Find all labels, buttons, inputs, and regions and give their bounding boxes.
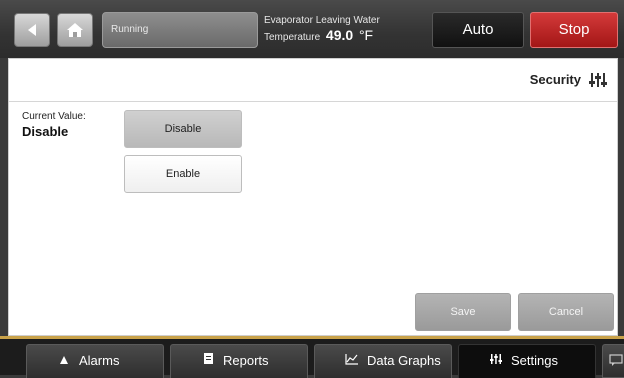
cancel-button[interactable]: Cancel [518, 293, 614, 331]
tab-alarms-label: Alarms [79, 353, 120, 368]
settings-sliders-icon [589, 71, 607, 94]
tab-data-graphs-label: Data Graphs [367, 353, 441, 368]
graph-icon [345, 345, 359, 377]
settings-panel: Security Current Value: Disable Disable … [8, 58, 618, 336]
home-icon [67, 23, 83, 37]
bottom-tab-bar: Alarms Reports Data Graphs Settings [0, 336, 624, 378]
measurement-readout: Evaporator Leaving Water Temperature 49.… [264, 14, 430, 45]
current-value: Disable [22, 124, 69, 139]
top-bar: Running Evaporator Leaving Water Tempera… [0, 0, 624, 58]
tab-reports[interactable]: Reports [170, 344, 308, 378]
section-title: Security [529, 72, 581, 87]
tab-settings[interactable]: Settings [458, 344, 596, 378]
status-display: Running [102, 12, 258, 48]
settings-sliders-icon [489, 345, 503, 377]
current-value-label: Current Value: [22, 111, 86, 122]
tab-alarms[interactable]: Alarms [26, 344, 164, 378]
disable-option-button[interactable]: Disable [124, 110, 242, 148]
save-button[interactable]: Save [415, 293, 511, 331]
chat-tab[interactable] [602, 344, 624, 378]
measurement-label-line1: Evaporator Leaving Water [264, 15, 380, 26]
panel-header: Security [9, 59, 617, 102]
auto-button[interactable]: Auto [432, 12, 524, 48]
chat-icon [609, 354, 623, 366]
report-icon [201, 345, 215, 377]
back-arrow-icon [28, 24, 36, 36]
measurement-label-line2: Temperature [264, 32, 321, 43]
tab-settings-label: Settings [511, 353, 558, 368]
measurement-value: 49.0 [325, 27, 354, 43]
enable-option-button[interactable]: Enable [124, 155, 242, 193]
tab-data-graphs[interactable]: Data Graphs [314, 344, 452, 378]
back-button[interactable] [14, 13, 50, 47]
tab-reports-label: Reports [223, 353, 269, 368]
stop-button[interactable]: Stop [530, 12, 618, 48]
home-button[interactable] [57, 13, 93, 47]
alarm-triangle-icon [57, 345, 71, 377]
measurement-unit: °F [358, 27, 374, 43]
